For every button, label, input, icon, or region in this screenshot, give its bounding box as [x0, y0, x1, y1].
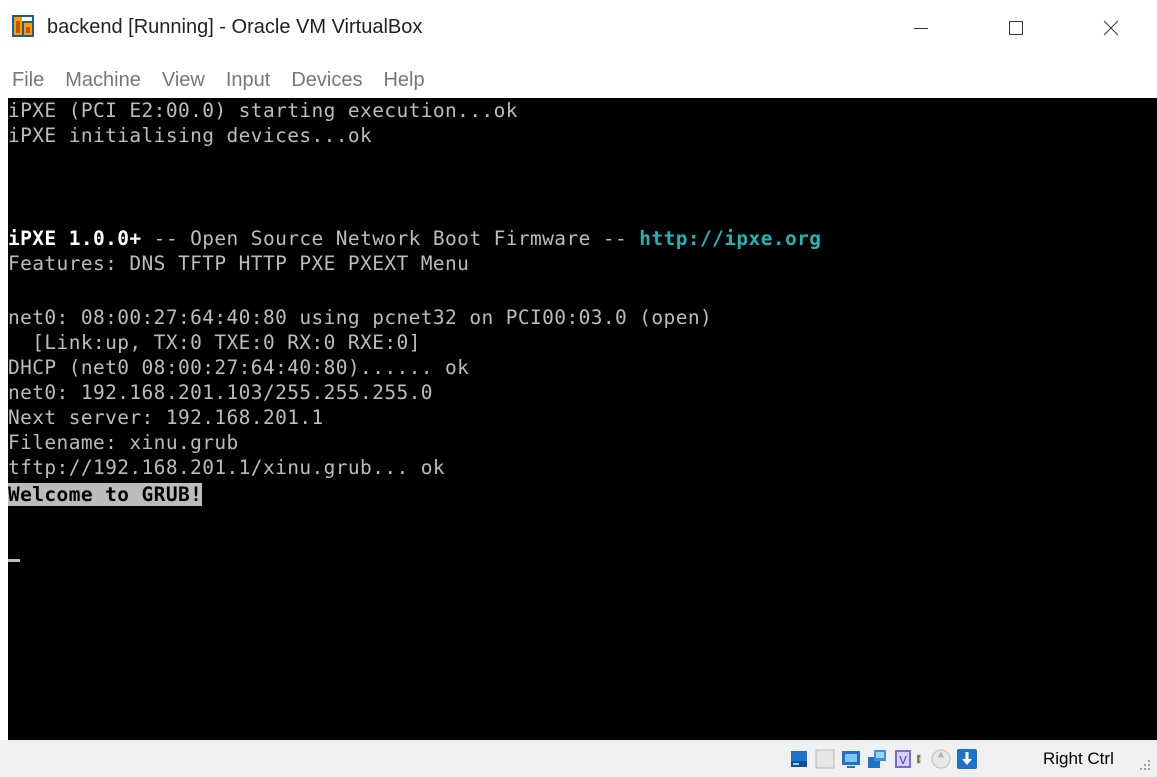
- text-cursor: [8, 559, 20, 562]
- grub-welcome-text: Welcome to GRUB!: [8, 483, 203, 506]
- console-line: Next server: 192.168.201.1: [8, 406, 324, 429]
- close-button[interactable]: [1088, 8, 1134, 48]
- grub-welcome-line: Welcome to GRUB!: [8, 482, 203, 507]
- keyboard-capture-icon[interactable]: [955, 747, 979, 771]
- console-line: net0: 08:00:27:64:40:80 using pcnet32 on…: [8, 306, 713, 329]
- title-bar[interactable]: backend [Running] - Oracle VM VirtualBox: [0, 0, 1157, 56]
- menu-bar: File Machine View Input Devices Help: [0, 62, 1157, 98]
- console-line: [Link:up, TX:0 TXE:0 RX:0 RXE:0]: [8, 331, 421, 354]
- console-line: Features: DNS TFTP HTTP PXE PXEXT Menu: [8, 252, 470, 275]
- console-line: DHCP (net0 08:00:27:64:40:80)...... ok: [8, 356, 470, 379]
- console-line: tftp://192.168.201.1/xinu.grub... ok: [8, 456, 446, 479]
- ipxe-description: -- Open Source Network Boot Firmware --: [141, 227, 640, 250]
- virtualbox-window: backend [Running] - Oracle VM VirtualBox…: [0, 0, 1157, 777]
- menu-machine[interactable]: Machine: [65, 67, 141, 93]
- console-line: net0: 192.168.201.103/255.255.255.0: [8, 381, 433, 404]
- vm-console-screen[interactable]: iPXE (PCI E2:00.0) starting execution...…: [8, 98, 1157, 740]
- host-key-label: Right Ctrl: [1043, 749, 1114, 768]
- menu-devices[interactable]: Devices: [291, 67, 362, 93]
- virtualbox-icon: [12, 15, 34, 37]
- mouse-integration-icon[interactable]: [929, 747, 953, 771]
- maximize-icon: [1009, 21, 1023, 35]
- maximize-button[interactable]: [993, 8, 1039, 48]
- usb-icon[interactable]: V: [891, 747, 915, 771]
- menu-input[interactable]: Input: [226, 67, 270, 93]
- ipxe-banner: iPXE 1.0.0+ -- Open Source Network Boot …: [8, 226, 821, 251]
- device-indicators: V: [787, 746, 981, 772]
- minimize-icon: [914, 28, 928, 29]
- console-line: Filename: xinu.grub: [8, 431, 239, 454]
- hard-disk-icon[interactable]: [787, 747, 811, 771]
- close-icon: [1103, 20, 1119, 36]
- menu-view[interactable]: View: [162, 67, 205, 93]
- menu-help[interactable]: Help: [383, 67, 424, 93]
- window-title: backend [Running] - Oracle VM VirtualBox: [47, 16, 423, 38]
- network-icon[interactable]: [865, 747, 889, 771]
- console-line: iPXE initialising devices...ok: [8, 124, 373, 147]
- ipxe-version: iPXE 1.0.0+: [8, 227, 142, 250]
- recording-icon[interactable]: [917, 747, 927, 771]
- console-line: iPXE (PCI E2:00.0) starting execution...…: [8, 99, 518, 122]
- ipxe-url: http://ipxe.org: [639, 227, 822, 250]
- optical-drive-icon[interactable]: [813, 747, 837, 771]
- minimize-button[interactable]: [898, 8, 944, 48]
- menu-file[interactable]: File: [12, 67, 44, 93]
- svg-text:V: V: [899, 754, 907, 767]
- status-bar: V Right Ctrl: [0, 740, 1157, 777]
- resize-grip-icon[interactable]: [1139, 759, 1151, 771]
- display-icon[interactable]: [839, 747, 863, 771]
